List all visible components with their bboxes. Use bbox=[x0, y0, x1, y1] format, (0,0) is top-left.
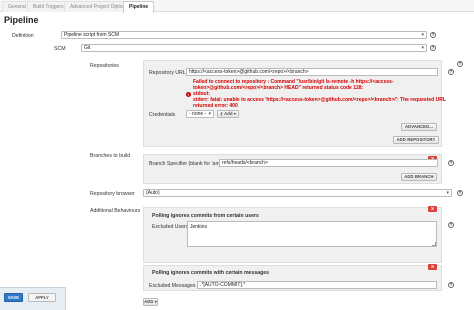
key-icon: ⚷ bbox=[219, 111, 224, 116]
error-icon: ! bbox=[186, 92, 191, 97]
add-behaviour-label: ADD bbox=[144, 299, 154, 304]
add-credentials-button[interactable]: ⚷ Add ▾ bbox=[217, 110, 239, 118]
excluded-messages-input[interactable]: .*[AUTO-COMMIT].* bbox=[197, 281, 437, 289]
branch-specifier-input[interactable]: refs/heads/<branch> bbox=[219, 159, 438, 167]
excluded-messages-label: Excluded Messages bbox=[149, 283, 196, 289]
credentials-select[interactable]: - none - ▾ bbox=[186, 110, 214, 118]
help-icon[interactable]: ? bbox=[430, 45, 436, 51]
chevron-down-icon: ▾ bbox=[208, 111, 211, 117]
error-line-5: returned error: 400 bbox=[193, 103, 238, 109]
advanced-button[interactable]: ADVANCED... bbox=[401, 123, 437, 131]
chevron-down-icon: ▾ bbox=[421, 45, 424, 51]
add-branch-button[interactable]: ADD BRANCH bbox=[401, 173, 437, 181]
repository-browser-label: Repository browser bbox=[90, 191, 135, 197]
error-line-2: token>@github.com/<repo>/<branch> HEAD" … bbox=[193, 85, 364, 91]
credentials-value: - none - bbox=[189, 111, 207, 117]
repository-url-label: Repository URL bbox=[149, 70, 186, 76]
help-icon[interactable]: ? bbox=[430, 32, 436, 38]
chevron-down-icon: ▾ bbox=[233, 111, 237, 116]
additional-behaviours-label: Additional Behaviours bbox=[90, 208, 141, 214]
help-icon[interactable]: ? bbox=[448, 160, 454, 166]
add-repository-button[interactable]: ADD REPOSITORY bbox=[393, 136, 439, 144]
help-icon[interactable]: ? bbox=[448, 282, 454, 288]
scm-label: SCM bbox=[54, 46, 66, 52]
add-behaviour-button[interactable]: ADD ▾ bbox=[143, 298, 158, 306]
excluded-users-value: Jenkins bbox=[190, 224, 207, 230]
repositories-label: Repositories bbox=[90, 63, 119, 69]
repository-url-input[interactable]: https://<access-token>@github.com/<repo>… bbox=[186, 68, 438, 76]
definition-value: Pipeline script from SCM bbox=[64, 32, 120, 38]
excluded-users-label: Excluded Users bbox=[152, 224, 189, 230]
delete-behaviour-users-button[interactable]: X bbox=[428, 206, 437, 212]
definition-label: Definition bbox=[12, 33, 34, 39]
excluded-users-textarea[interactable]: Jenkins bbox=[187, 221, 437, 247]
add-credentials-label: Add bbox=[224, 111, 233, 116]
branches-label: Branches to build bbox=[90, 153, 131, 159]
behaviour-users-title: Polling ignores commits from certain use… bbox=[152, 213, 259, 219]
chevron-down-icon: ▾ bbox=[154, 299, 157, 304]
resize-grip-icon[interactable] bbox=[432, 242, 436, 246]
behaviour-messages-title: Polling ignores commits with certain mes… bbox=[152, 270, 270, 276]
credentials-label: Credentials bbox=[149, 112, 176, 118]
definition-select[interactable]: Pipeline script from SCM ▾ bbox=[61, 31, 427, 39]
branch-specifier-label: Branch Specifier (blank for 'any') bbox=[149, 161, 224, 167]
page-title: Pipeline bbox=[4, 15, 39, 25]
chevron-down-icon: ▾ bbox=[421, 32, 424, 38]
repository-browser-select[interactable]: (Auto) ▾ bbox=[143, 189, 452, 197]
chevron-down-icon: ▾ bbox=[446, 190, 449, 196]
config-tab-bar: General Build Triggers Advanced Project … bbox=[0, 0, 474, 13]
save-button[interactable]: SAVE bbox=[4, 293, 23, 302]
tab-pipeline[interactable]: Pipeline bbox=[123, 1, 155, 13]
help-icon[interactable]: ? bbox=[457, 61, 463, 67]
help-icon[interactable]: ? bbox=[457, 190, 463, 196]
repository-browser-value: (Auto) bbox=[146, 190, 160, 196]
help-icon[interactable]: ? bbox=[448, 222, 454, 228]
scm-value: Git bbox=[84, 45, 91, 51]
delete-behaviour-messages-button[interactable]: X bbox=[428, 264, 437, 270]
apply-button[interactable]: APPLY bbox=[28, 293, 56, 302]
help-icon[interactable]: ? bbox=[448, 69, 454, 75]
scm-select[interactable]: Git ▾ bbox=[81, 44, 427, 52]
